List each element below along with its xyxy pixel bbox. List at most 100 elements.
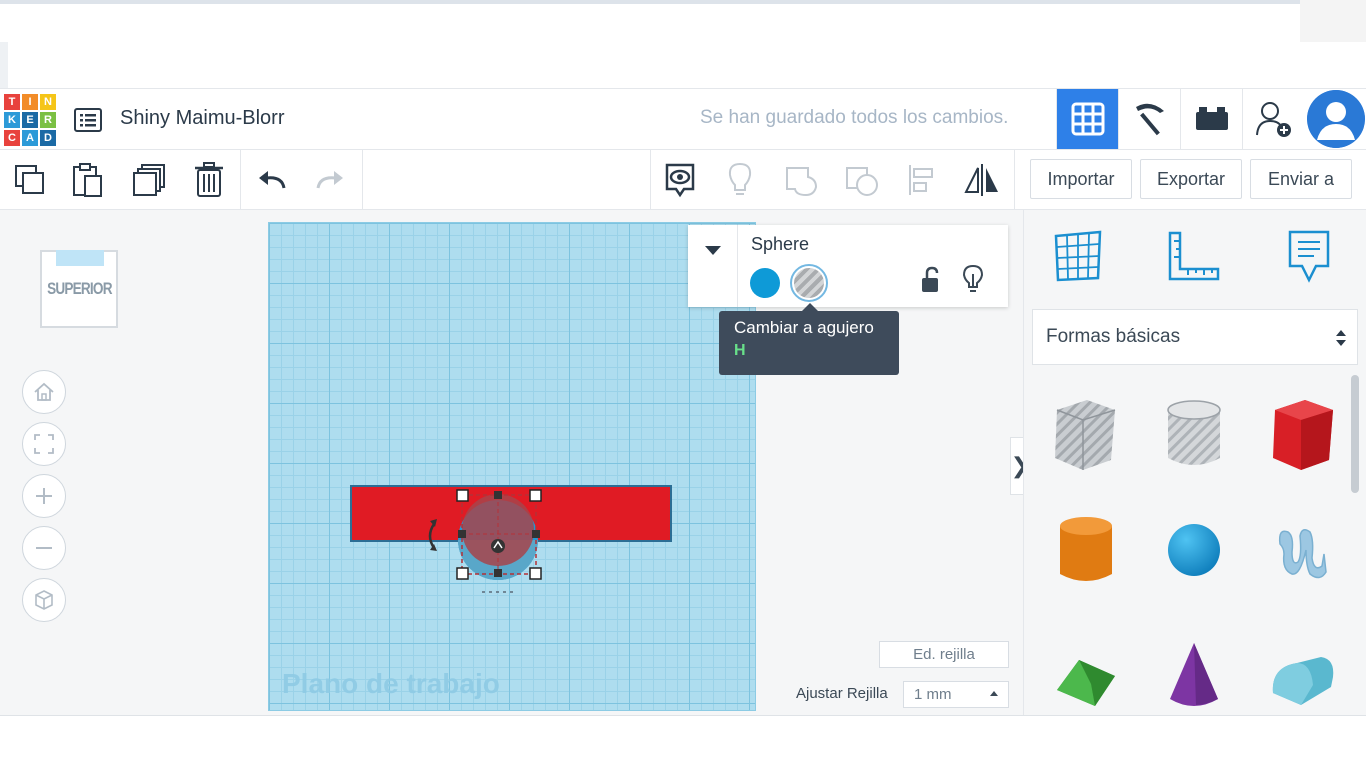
- toolbar-divider: [240, 150, 241, 210]
- caret-down-icon: [704, 246, 721, 255]
- box-icon: [1273, 400, 1333, 470]
- toolbar-divider: [650, 150, 651, 210]
- solid-color-button[interactable]: [750, 268, 780, 298]
- perspective-button[interactable]: [22, 578, 66, 622]
- viewcube[interactable]: SUPERIOR: [40, 250, 118, 328]
- logo-letter: D: [40, 130, 56, 146]
- box-hole-shape[interactable]: [1044, 394, 1124, 474]
- tinkercad-logo[interactable]: T I N K E R C A D: [4, 94, 56, 146]
- shape-category-value: Formas básicas: [1046, 326, 1181, 347]
- cylinder-icon: [1060, 517, 1112, 581]
- note-icon: [1288, 230, 1330, 283]
- cylinder-hole-shape[interactable]: [1154, 394, 1234, 474]
- logo-letter: I: [22, 94, 38, 110]
- edit-grid-button[interactable]: Ed. rejilla: [879, 641, 1009, 668]
- shape-inspector: Sphere: [688, 225, 1008, 307]
- delete-button[interactable]: [187, 158, 231, 202]
- send-to-button[interactable]: Enviar a: [1250, 159, 1352, 199]
- mirror-button[interactable]: [960, 158, 1004, 202]
- hide-button[interactable]: [960, 263, 986, 295]
- scribble-shape[interactable]: [1262, 510, 1342, 590]
- notes-tool-button[interactable]: [1281, 228, 1337, 284]
- ungroup-icon: [846, 167, 878, 196]
- home-view-button[interactable]: [22, 370, 66, 414]
- sort-icon: [1336, 330, 1346, 346]
- ruler-icon: [1168, 231, 1220, 281]
- notes-button[interactable]: [658, 158, 702, 202]
- inspector-shape-name[interactable]: Sphere: [751, 234, 809, 255]
- page-bottom: [0, 715, 1366, 768]
- list-icon: [74, 108, 102, 132]
- paste-icon: [73, 163, 102, 197]
- minus-icon: [36, 547, 52, 549]
- trash-icon: [195, 162, 223, 197]
- export-button[interactable]: Exportar: [1140, 159, 1242, 199]
- plus-icon: [36, 488, 52, 504]
- design-list-button[interactable]: [72, 105, 104, 135]
- logo-letter: T: [4, 94, 20, 110]
- show-all-button[interactable]: [718, 158, 762, 202]
- logo-letter: A: [22, 130, 38, 146]
- fit-all-icon: [34, 434, 54, 454]
- cone-icon: [1170, 643, 1218, 706]
- design-title[interactable]: Shiny Maimu-Blorr: [120, 107, 284, 130]
- ungroup-button[interactable]: [840, 158, 884, 202]
- save-status: Se han guardado todos los cambios.: [700, 107, 1009, 128]
- inspector-collapse-button[interactable]: [688, 225, 738, 307]
- lock-button[interactable]: [918, 265, 944, 295]
- round-roof-shape[interactable]: [1262, 636, 1342, 716]
- cylinder-shape[interactable]: [1046, 510, 1126, 590]
- profile-icon: [1307, 90, 1365, 148]
- pickaxe-icon: [1135, 103, 1164, 136]
- workplane-tool-button[interactable]: [1050, 228, 1106, 284]
- copy-icon: [15, 165, 44, 194]
- toolbar-divider: [1014, 150, 1015, 210]
- tooltip-arrow: [802, 303, 818, 311]
- copy-button[interactable]: [8, 158, 52, 202]
- sphere-shape[interactable]: [1154, 510, 1234, 590]
- selected-sphere[interactable]: [420, 484, 560, 599]
- roof-shape[interactable]: [1046, 636, 1126, 716]
- workplane-icon: [1054, 230, 1102, 282]
- user-avatar[interactable]: [1307, 90, 1365, 148]
- workplane-label: Plano de trabajo: [282, 668, 500, 699]
- bricks-view-button[interactable]: [1180, 89, 1242, 149]
- sphere-icon: [1168, 524, 1220, 576]
- mirror-icon: [964, 164, 998, 196]
- browser-tab-strip: [0, 0, 1366, 4]
- viewcube-label: SUPERIOR: [46, 279, 112, 298]
- paste-button[interactable]: [66, 158, 110, 202]
- fit-view-button[interactable]: [22, 422, 66, 466]
- invite-user-button[interactable]: [1242, 89, 1304, 149]
- duplicate-button[interactable]: [128, 158, 172, 202]
- cone-shape[interactable]: [1154, 636, 1234, 716]
- align-button[interactable]: [900, 158, 944, 202]
- shape-category-select[interactable]: Formas básicas: [1032, 309, 1358, 365]
- zoom-in-button[interactable]: [22, 474, 66, 518]
- hole-button[interactable]: [790, 264, 828, 302]
- redo-button[interactable]: [308, 158, 352, 202]
- box-shape[interactable]: [1262, 394, 1342, 474]
- blocks-view-button[interactable]: [1118, 89, 1180, 149]
- shapes-scrollbar[interactable]: [1351, 375, 1359, 493]
- snap-grid-select[interactable]: 1 mm: [903, 681, 1009, 708]
- editing-toolbar: Importar Exportar Enviar a: [0, 150, 1366, 210]
- import-button[interactable]: Importar: [1030, 159, 1132, 199]
- app-header: T I N K E R C A D Shiny Maimu-Blorr Se h…: [0, 88, 1366, 150]
- browser-area: [0, 0, 1366, 88]
- redo-icon: [316, 171, 343, 189]
- undo-button[interactable]: [250, 158, 294, 202]
- 3d-design-view-button[interactable]: [1056, 89, 1118, 149]
- browser-window-controls: [1300, 0, 1366, 42]
- ruler-tool-button[interactable]: [1166, 228, 1222, 284]
- group-button[interactable]: [780, 158, 824, 202]
- tooltip-text: Cambiar a agujero: [734, 318, 874, 337]
- snap-grid-value: 1 mm: [914, 686, 952, 703]
- tooltip-shortcut: H: [734, 342, 746, 359]
- undo-icon: [259, 171, 286, 189]
- cylinder-hole-icon: [1167, 400, 1221, 465]
- hole-tooltip: Cambiar a agujero H: [719, 311, 899, 375]
- zoom-out-button[interactable]: [22, 526, 66, 570]
- workplane-grid[interactable]: [268, 222, 756, 711]
- lightbulb-icon: [962, 264, 984, 292]
